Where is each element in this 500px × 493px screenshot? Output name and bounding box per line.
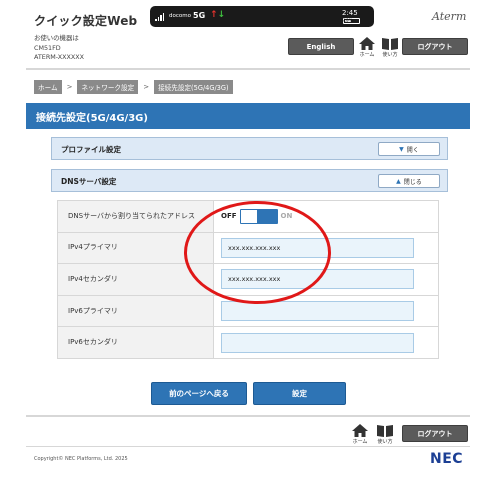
device-label: お使いの機器は bbox=[34, 34, 79, 42]
logout-button[interactable]: ログアウト bbox=[402, 38, 468, 55]
breadcrumb-home[interactable]: ホーム bbox=[34, 80, 62, 94]
toggle-on-label: ON bbox=[280, 212, 293, 221]
english-button[interactable]: English bbox=[288, 38, 354, 55]
footer-divider bbox=[26, 415, 470, 417]
device-info: お使いの機器は CM51FD ATERM-XXXXXX bbox=[34, 34, 84, 63]
footer-logout-button[interactable]: ログアウト bbox=[402, 425, 468, 442]
back-button[interactable]: 前のページへ戻る bbox=[151, 382, 247, 405]
auto-dns-toggle[interactable]: OFF ON bbox=[221, 208, 438, 224]
ipv6-secondary-label: IPv6セカンダリ bbox=[57, 326, 214, 359]
aterm-logo: Aterm bbox=[432, 10, 467, 23]
profile-settings-section: プロファイル設定 ▼ 開く bbox=[51, 137, 448, 160]
dns-settings-title: DNSサーバ設定 bbox=[61, 177, 117, 186]
footer-home-button[interactable]: ホーム bbox=[350, 424, 370, 445]
device-id: ATERM-XXXXXX bbox=[34, 53, 85, 61]
home-label: ホーム bbox=[359, 52, 375, 58]
dns-settings-table: DNSサーバから割り当てられたアドレス OFF ON IPv4プライマリ IPv… bbox=[57, 200, 439, 359]
table-row: DNSサーバから割り当てられたアドレス OFF ON bbox=[57, 200, 439, 233]
breadcrumb-separator: > bbox=[66, 83, 73, 91]
header-divider bbox=[26, 68, 470, 70]
ipv4-secondary-label: IPv4セカンダリ bbox=[57, 263, 214, 296]
toggle-knob bbox=[240, 209, 257, 223]
network-type: 5G bbox=[193, 11, 206, 20]
ipv6-secondary-input[interactable] bbox=[221, 332, 414, 353]
app-title: クイック設定Web bbox=[34, 14, 138, 28]
chevron-down-icon: ▼ bbox=[399, 145, 404, 153]
profile-expand-label: 開く bbox=[406, 146, 419, 154]
profile-expand-button[interactable]: ▼ 開く bbox=[378, 142, 440, 156]
ipv4-secondary-input[interactable] bbox=[221, 269, 414, 290]
ipv6-primary-input[interactable] bbox=[221, 301, 414, 322]
toggle-off-label: OFF bbox=[221, 212, 237, 221]
battery-percent: 49% bbox=[343, 19, 354, 24]
ipv6-primary-label: IPv6プライマリ bbox=[57, 294, 214, 328]
signal-strength-icon bbox=[155, 13, 165, 21]
chevron-up-icon: ▲ bbox=[396, 177, 401, 185]
home-icon bbox=[359, 37, 375, 50]
profile-settings-title: プロファイル設定 bbox=[61, 145, 121, 154]
breadcrumb-separator: > bbox=[143, 83, 150, 91]
dns-collapse-label: 閉じる bbox=[403, 178, 422, 186]
ipv4-primary-label: IPv4プライマリ bbox=[57, 231, 214, 265]
dns-collapse-button[interactable]: ▲ 閉じる bbox=[378, 174, 440, 188]
table-row: IPv4プライマリ bbox=[57, 231, 439, 265]
manual-button[interactable]: 使い方 bbox=[380, 37, 400, 58]
nec-logo: NEC bbox=[430, 451, 464, 467]
set-button[interactable]: 設定 bbox=[253, 382, 346, 405]
table-row: IPv6プライマリ bbox=[57, 294, 439, 328]
breadcrumb-network-settings[interactable]: ネットワーク設定 bbox=[77, 80, 139, 94]
toggle-track bbox=[239, 208, 278, 224]
manual-label: 使い方 bbox=[382, 52, 398, 58]
footer-manual-button[interactable]: 使い方 bbox=[375, 424, 395, 445]
breadcrumb: ホーム > ネットワーク設定 > 接続先設定(5G/4G/3G) bbox=[34, 80, 233, 94]
home-icon bbox=[352, 424, 368, 437]
router-status-bar: docomo 5G ↑↓ 2:45 49% bbox=[150, 6, 374, 27]
table-row: IPv6セカンダリ bbox=[57, 326, 439, 359]
data-transfer-icon: ↑↓ bbox=[210, 10, 226, 20]
carrier-name: docomo bbox=[169, 13, 191, 19]
breadcrumb-current: 接続先設定(5G/4G/3G) bbox=[154, 80, 233, 94]
footer-manual-label: 使い方 bbox=[377, 439, 393, 445]
status-clock: 2:45 bbox=[342, 9, 358, 17]
ipv4-primary-input[interactable] bbox=[221, 237, 414, 258]
dns-settings-section: DNSサーバ設定 ▲ 閉じる bbox=[51, 169, 448, 192]
footer-home-label: ホーム bbox=[352, 439, 368, 445]
device-model: CM51FD bbox=[34, 43, 61, 52]
book-icon bbox=[377, 425, 393, 437]
page-title: 接続先設定(5G/4G/3G) bbox=[36, 113, 148, 124]
copyright-text: Copyright© NEC Platforms, Ltd. 2025 bbox=[34, 456, 128, 462]
table-row: IPv4セカンダリ bbox=[57, 263, 439, 296]
auto-dns-label: DNSサーバから割り当てられたアドレス bbox=[57, 200, 214, 233]
footer-bottom-divider bbox=[26, 446, 470, 447]
page-title-bar: 接続先設定(5G/4G/3G) bbox=[26, 103, 470, 129]
book-icon bbox=[382, 38, 398, 50]
home-button[interactable]: ホーム bbox=[357, 37, 377, 58]
